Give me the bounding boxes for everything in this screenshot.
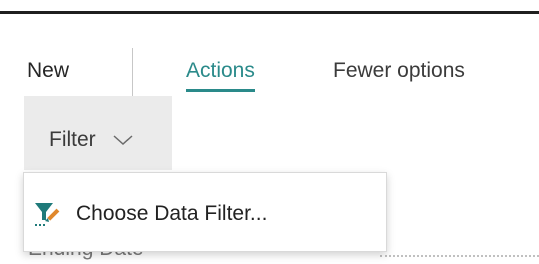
choose-data-filter-label: Choose Data Filter... <box>76 202 268 225</box>
filter-dropdown-menu: Choose Data Filter... <box>23 172 387 252</box>
actions-tab-underline <box>186 89 255 92</box>
top-bar <box>0 0 539 14</box>
filter-bar: Filter <box>0 96 539 170</box>
filter-label: Filter <box>49 128 96 151</box>
action-bar: New Actions Fewer options <box>0 14 539 96</box>
fewer-options-button[interactable]: Fewer options <box>333 58 465 84</box>
action-divider <box>132 48 133 96</box>
chevron-down-icon <box>113 135 133 146</box>
new-action[interactable]: New <box>27 58 69 84</box>
choose-data-filter-menu-item[interactable]: Choose Data Filter... <box>24 187 386 237</box>
actions-tab[interactable]: Actions <box>186 58 255 92</box>
filter-button[interactable]: Filter <box>24 96 172 170</box>
filter-pencil-icon <box>35 203 60 226</box>
ending-date-field-line[interactable] <box>380 255 539 259</box>
actions-tab-label: Actions <box>186 59 255 82</box>
